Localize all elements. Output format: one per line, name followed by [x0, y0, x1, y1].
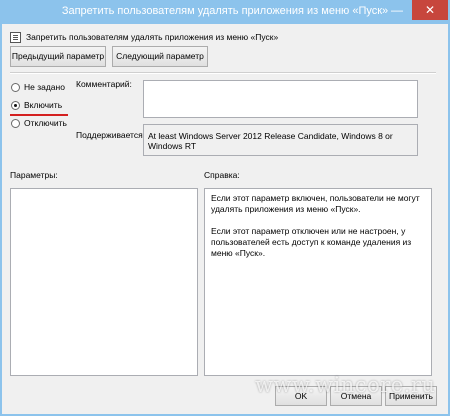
- radio-circle-icon: [11, 119, 20, 128]
- policy-title: Запретить пользователям удалять приложен…: [26, 32, 279, 42]
- help-label: Справка:: [204, 170, 240, 180]
- red-underline-annotation: [10, 114, 68, 116]
- site-watermark: www.wincore.ru: [255, 373, 436, 397]
- close-button[interactable]: ✕: [412, 0, 448, 20]
- supported-on-field: At least Windows Server 2012 Release Can…: [143, 124, 418, 156]
- comment-label: Комментарий:: [76, 79, 132, 89]
- window-title: Запретить пользователям удалять приложен…: [61, 5, 389, 17]
- next-setting-button[interactable]: Следующий параметр: [112, 46, 208, 67]
- supported-label: Поддерживается:: [76, 130, 146, 140]
- options-pane[interactable]: [10, 188, 198, 376]
- radio-circle-icon: [11, 83, 20, 92]
- radio-selected-icon: [11, 101, 20, 110]
- policy-dialog-window: Запретить пользователям удалять приложен…: [0, 0, 450, 416]
- title-bar[interactable]: Запретить пользователям удалять приложен…: [0, 0, 450, 24]
- header-divider: [10, 72, 436, 74]
- radio-label: Включить: [24, 100, 63, 110]
- dialog-client-area: Запретить пользователям удалять приложен…: [2, 24, 448, 414]
- radio-label: Не задано: [24, 82, 65, 92]
- minimize-button[interactable]: —: [384, 0, 410, 20]
- help-pane[interactable]: Если этот параметр включен, пользователи…: [204, 188, 432, 376]
- options-label: Параметры:: [10, 170, 58, 180]
- radio-label: Отключить: [24, 118, 67, 128]
- help-paragraph: Если этот параметр включен, пользователи…: [211, 193, 420, 214]
- policy-document-icon: [10, 32, 21, 43]
- help-paragraph: Если этот параметр отключен или не настр…: [211, 226, 412, 258]
- comment-textarea[interactable]: [143, 80, 418, 118]
- previous-setting-button[interactable]: Предыдущий параметр: [10, 46, 106, 67]
